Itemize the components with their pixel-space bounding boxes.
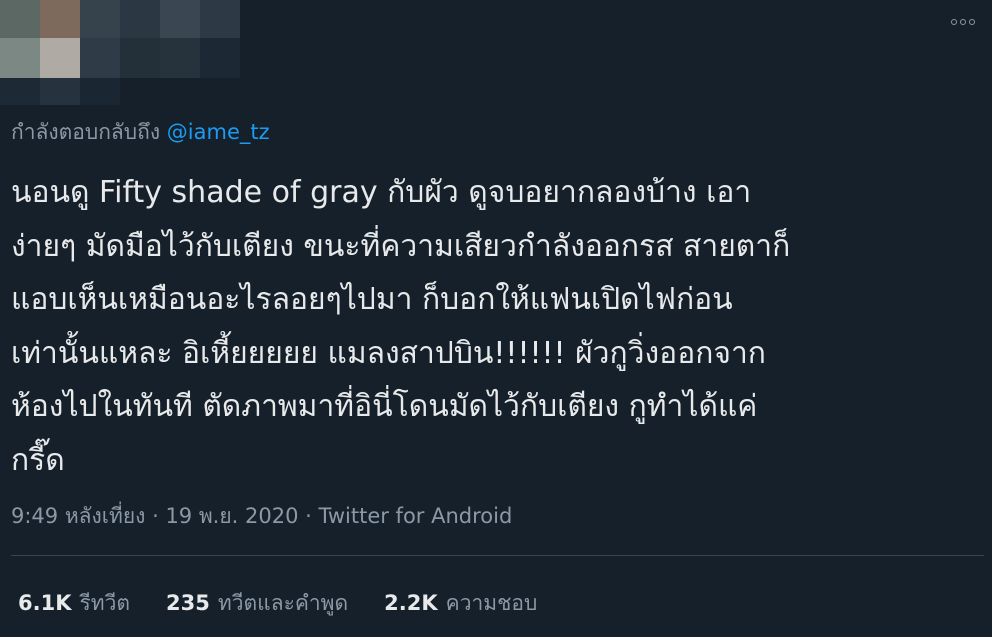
tweet-text-line: เท่านั้นแหละ อิเหี้ยยยยย แมลงสาปบิน!!!!!… bbox=[11, 335, 766, 371]
retweets-label: รีทวีต bbox=[79, 591, 131, 615]
quote-tweets-stat[interactable]: 235 ทวีตและคำพูด bbox=[166, 587, 348, 620]
censored-avatar-area bbox=[0, 0, 240, 105]
likes-label: ความชอบ bbox=[445, 591, 538, 615]
meta-separator: · bbox=[152, 504, 166, 528]
tweet-source-link[interactable]: Twitter for Android bbox=[319, 504, 513, 528]
replying-to-handle-link[interactable]: @iame_tz bbox=[167, 120, 270, 144]
more-dot bbox=[960, 19, 966, 25]
tweet-text-line: แอบเห็นเหมือนอะไรลอยๆไปมา ก็บอกให้แฟนเปิ… bbox=[11, 282, 733, 317]
quote-tweets-label: ทวีตและคำพูด bbox=[217, 591, 349, 615]
retweets-stat[interactable]: 6.1K รีทวีต bbox=[18, 587, 130, 620]
tweet-text-line: นอนดู Fifty shade of gray กับผัว ดูจบอยา… bbox=[11, 175, 752, 210]
tweet-stats: 6.1K รีทวีต 235 ทวีตและคำพูด 2.2K ความชอบ bbox=[18, 587, 537, 620]
quote-tweets-count: 235 bbox=[166, 591, 210, 615]
divider bbox=[11, 555, 984, 556]
retweets-count: 6.1K bbox=[18, 591, 72, 615]
tweet-text-line: ง่ายๆ มัดมือไว้กับเตียง ขนะที่ความเสียวก… bbox=[11, 228, 791, 264]
replying-to-line: กำลังตอบกลับถึง @iame_tz bbox=[11, 116, 270, 149]
tweet-time[interactable]: 9:49 หลังเที่ยง bbox=[11, 504, 145, 528]
more-dot bbox=[969, 19, 975, 25]
tweet-text-line: กรี๊ด bbox=[11, 442, 65, 478]
more-options-button[interactable] bbox=[946, 10, 980, 34]
tweet-date[interactable]: 19 พ.ย. 2020 bbox=[165, 504, 298, 528]
more-horizontal-icon bbox=[951, 19, 957, 25]
likes-stat[interactable]: 2.2K ความชอบ bbox=[384, 587, 537, 620]
tweet-meta: 9:49 หลังเที่ยง · 19 พ.ย. 2020 · Twitter… bbox=[11, 500, 512, 533]
tweet-detail-view: กำลังตอบกลับถึง @iame_tz นอนดู Fifty sha… bbox=[0, 0, 992, 637]
tweet-text-line: ห้องไปในทันที ตัดภาพมาที่อินี่โดนมัดไว้ก… bbox=[11, 389, 758, 424]
meta-separator: · bbox=[305, 504, 319, 528]
likes-count: 2.2K bbox=[384, 591, 438, 615]
replying-to-prefix: กำลังตอบกลับถึง bbox=[11, 120, 161, 144]
tweet-text: นอนดู Fifty shade of gray กับผัว ดูจบอยา… bbox=[11, 166, 986, 487]
